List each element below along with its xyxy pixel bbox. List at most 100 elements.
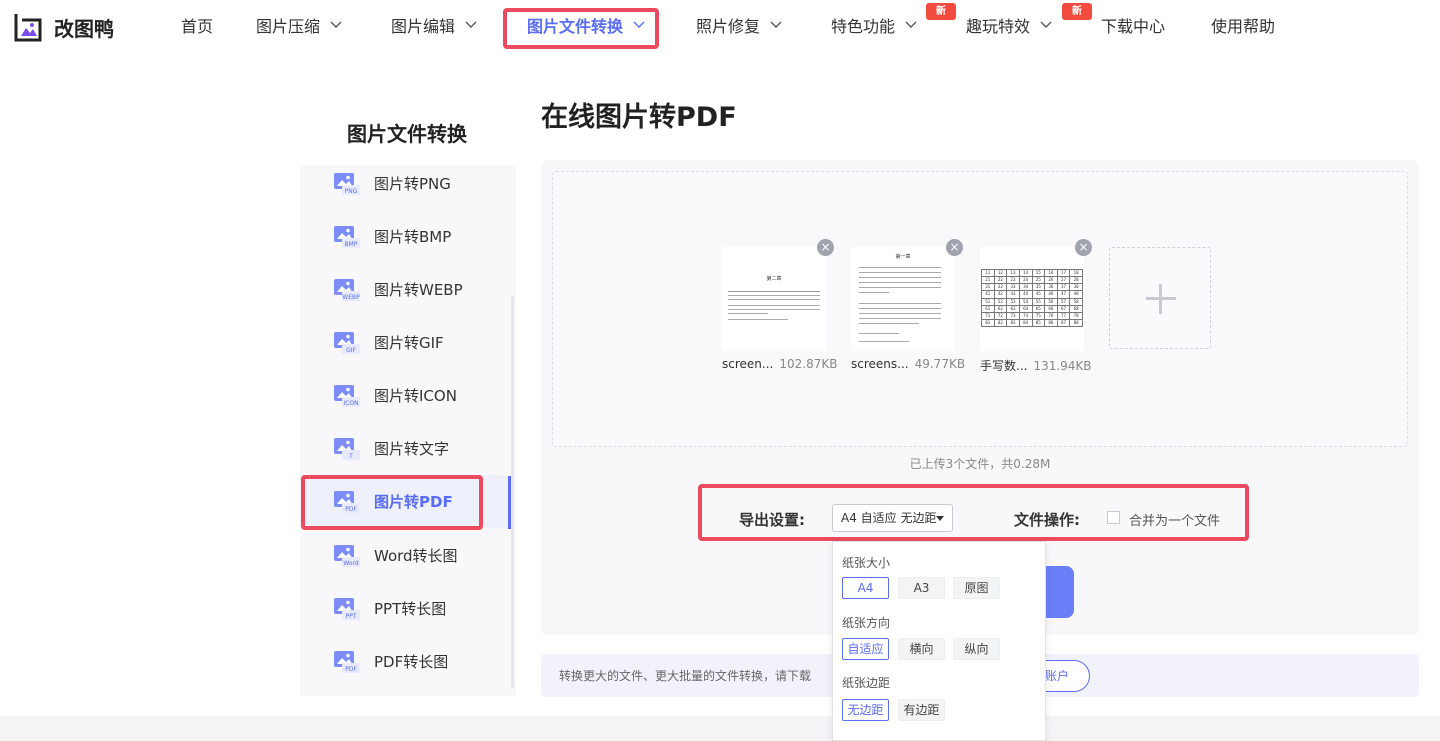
remove-file-button[interactable]: × xyxy=(946,239,963,256)
grid-cell: 28 xyxy=(1070,277,1083,285)
chevron-down-icon xyxy=(905,21,917,28)
paper-size-a3[interactable]: A3 xyxy=(898,577,945,599)
ppt-long-image-icon: PPT xyxy=(334,597,360,620)
sidebar-item[interactable]: PDF PDF转长图 xyxy=(300,635,508,688)
grid-cell: 56 xyxy=(1045,298,1058,306)
export-settings-select[interactable]: A4 自适应 无边距 xyxy=(832,504,953,532)
grid-cell: 68 xyxy=(1070,305,1083,313)
nav-label: 下载中心 xyxy=(1101,17,1166,36)
file-card: 第一章 × screens... 49.77KB xyxy=(851,239,981,371)
grid-cell: 36 xyxy=(1045,284,1058,292)
file-card: 11 12 13 14 15 16 17 18 21 22 23 24 25 26 27 28 31 32 33 34… xyxy=(980,239,1110,373)
grid-cell: 25 xyxy=(1032,277,1046,285)
file-thumbnail[interactable]: 第一章 xyxy=(851,247,955,351)
remove-file-button[interactable]: × xyxy=(817,239,834,256)
plus-icon xyxy=(1146,297,1176,300)
upload-status: 已上传3个文件，共0.28M xyxy=(909,457,1051,471)
sidebar-item[interactable]: GIF 图片转GIF xyxy=(300,316,508,369)
margin-none[interactable]: 无边距 xyxy=(842,699,889,721)
merge-checkbox[interactable] xyxy=(1107,511,1120,524)
image-text-icon: T xyxy=(334,437,360,460)
grid-cell: 47 xyxy=(1057,291,1071,299)
grid-cell: 52 xyxy=(994,298,1008,306)
nav-image-edit[interactable]: 图片编辑 xyxy=(391,0,477,54)
grid-cell: 18 xyxy=(1070,270,1083,278)
sidebar-item-label: 图片转文字 xyxy=(374,440,450,458)
nav-home[interactable]: 首页 xyxy=(181,0,213,54)
icon-tag: PNG xyxy=(345,188,358,195)
nav-image-compress[interactable]: 图片压缩 xyxy=(256,0,342,54)
grid-cell: 58 xyxy=(1070,298,1083,306)
export-settings-label: 导出设置: xyxy=(739,511,805,529)
grid-cell: 35 xyxy=(1032,284,1046,292)
orientation-auto[interactable]: 自适应 xyxy=(842,638,889,660)
grid-cell: 44 xyxy=(1019,291,1033,299)
chevron-down-icon xyxy=(465,21,477,28)
nav-special-features[interactable]: 特色功能 xyxy=(831,0,917,54)
sidebar-item[interactable]: ICON 图片转ICON xyxy=(300,369,508,422)
grid-cell: 53 xyxy=(1007,298,1020,306)
grid-cell: 27 xyxy=(1057,277,1071,285)
sidebar-item[interactable]: Word Word转长图 xyxy=(300,529,508,582)
margin-with[interactable]: 有边距 xyxy=(898,699,945,721)
grid-cell: 66 xyxy=(1045,305,1058,313)
sidebar-scrollbar[interactable] xyxy=(511,296,514,688)
chevron-down-icon xyxy=(770,21,782,28)
export-settings-value: A4 自适应 无边距 xyxy=(841,511,937,525)
file-name: 手写数... xyxy=(980,359,1028,373)
paper-size-original[interactable]: 原图 xyxy=(953,577,1000,599)
grid-cell: 13 xyxy=(1007,270,1020,278)
nav-label: 使用帮助 xyxy=(1211,17,1276,36)
nav-download-center[interactable]: 下载中心 xyxy=(1101,0,1165,54)
icon-tag: BMP xyxy=(345,241,358,248)
file-thumbnail[interactable]: 11 12 13 14 15 16 17 18 21 22 23 24 25 26 27 28 31 32 33 34… xyxy=(980,247,1084,351)
grid-cell: 75 xyxy=(1032,312,1046,320)
grid-cell: 15 xyxy=(1032,270,1046,278)
orientation-portrait[interactable]: 纵向 xyxy=(953,638,1000,660)
grid-cell: 34 xyxy=(1019,284,1033,292)
merge-label[interactable]: 合并为一个文件 xyxy=(1129,510,1220,529)
chevron-down-icon xyxy=(1040,21,1052,28)
grid-cell: 86 xyxy=(1045,319,1058,327)
grid-cell: 67 xyxy=(1057,305,1071,313)
image-png-icon: PNG xyxy=(334,172,360,195)
nav-highlight-box xyxy=(503,8,659,49)
paper-size-a4[interactable]: A4 xyxy=(842,577,889,599)
sidebar-item[interactable]: WEBP 图片转WEBP xyxy=(300,263,508,316)
grid-cell: 41 xyxy=(982,291,995,299)
add-file-button[interactable] xyxy=(1109,247,1211,349)
grid-cell: 65 xyxy=(1032,305,1046,313)
nav-help[interactable]: 使用帮助 xyxy=(1211,0,1275,54)
orientation-landscape[interactable]: 横向 xyxy=(898,638,945,660)
brand-logo[interactable]: 改图鸭 xyxy=(12,10,114,44)
sidebar-highlight-box xyxy=(301,475,483,530)
remove-file-button[interactable]: × xyxy=(1075,239,1092,256)
file-operation-label: 文件操作: xyxy=(1014,511,1080,529)
grid-cell: 46 xyxy=(1045,291,1058,299)
nav-fun-effects[interactable]: 趣玩特效 xyxy=(966,0,1052,54)
brand-name: 改图鸭 xyxy=(54,16,114,41)
sidebar-item[interactable]: PPT PPT转长图 xyxy=(300,582,508,635)
file-size: 131.94KB xyxy=(1033,359,1092,373)
sidebar-item[interactable]: T 图片转文字 xyxy=(300,422,508,475)
icon-tag: ICON xyxy=(343,400,358,407)
file-thumbnail[interactable]: 第二章 xyxy=(722,247,826,351)
sidebar-item[interactable]: PNG 图片转PNG xyxy=(300,157,508,210)
grid-cell: 57 xyxy=(1057,298,1071,306)
grid-cell: 64 xyxy=(1019,305,1033,313)
icon-tag: GIF xyxy=(346,347,356,354)
nav-photo-repair[interactable]: 照片修复 xyxy=(696,0,782,54)
grid-cell: 61 xyxy=(982,305,995,313)
sidebar-item[interactable]: BMP 图片转BMP xyxy=(300,210,508,263)
grid-cell: 81 xyxy=(982,319,995,327)
grid-cell: 16 xyxy=(1045,270,1058,278)
grid-cell: 45 xyxy=(1032,291,1046,299)
file-meta: screen... 102.87KB xyxy=(722,357,862,371)
grid-cell: 31 xyxy=(982,284,995,292)
top-navigation: 改图鸭 首页 图片压缩 图片编辑 图片文件转换 照片修复 特色功能 新 趣玩特效… xyxy=(0,0,1440,54)
nav-label: 首页 xyxy=(181,17,214,36)
nav-label: 图片压缩 xyxy=(256,17,321,36)
word-long-image-icon: Word xyxy=(334,544,360,567)
grid-cell: 84 xyxy=(1019,319,1033,327)
grid-cell: 48 xyxy=(1070,291,1083,299)
